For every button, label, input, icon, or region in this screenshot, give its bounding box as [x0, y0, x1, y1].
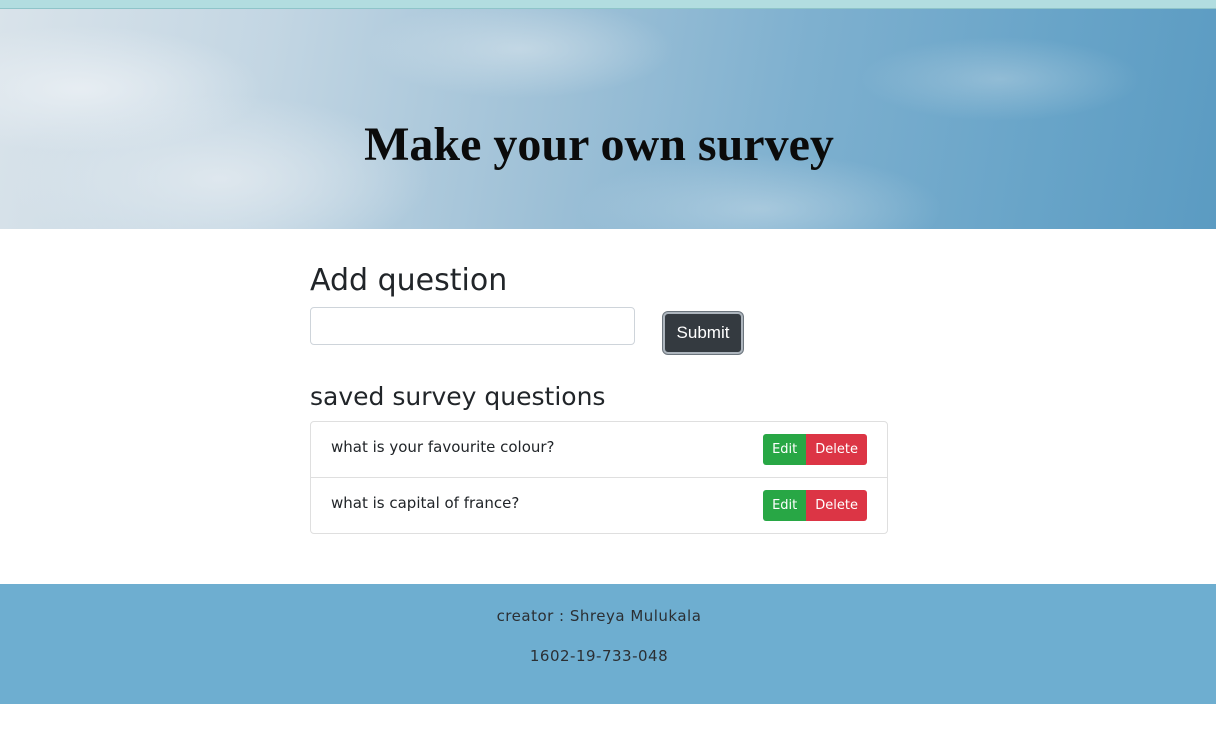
hero-banner: Make your own survey [0, 9, 1216, 229]
delete-button[interactable]: Delete [806, 434, 867, 465]
saved-questions-list: what is your favourite colour? Edit Dele… [310, 421, 888, 534]
edit-button[interactable]: Edit [763, 490, 807, 521]
delete-button[interactable]: Delete [806, 490, 867, 521]
list-item: what is capital of france? Edit Delete [311, 478, 887, 533]
question-actions: Edit Delete [763, 490, 867, 521]
footer: creator : Shreya Mulukala 1602-19-733-04… [0, 584, 1216, 704]
edit-button[interactable]: Edit [763, 434, 807, 465]
question-text: what is your favourite colour? [331, 438, 555, 456]
question-text: what is capital of france? [331, 494, 520, 512]
list-item: what is your favourite colour? Edit Dele… [311, 422, 887, 478]
footer-creator: creator : Shreya Mulukala [496, 607, 702, 625]
add-question-heading: Add question [310, 263, 508, 298]
footer-id: 1602-19-733-048 [529, 647, 669, 665]
page-title: Make your own survey [364, 118, 834, 171]
question-input[interactable] [310, 307, 635, 345]
submit-button[interactable]: Submit [663, 312, 743, 354]
top-strip [0, 0, 1216, 9]
saved-questions-heading: saved survey questions [310, 382, 606, 411]
main-content: Add question Submit saved survey questio… [310, 258, 890, 534]
question-actions: Edit Delete [763, 434, 867, 465]
